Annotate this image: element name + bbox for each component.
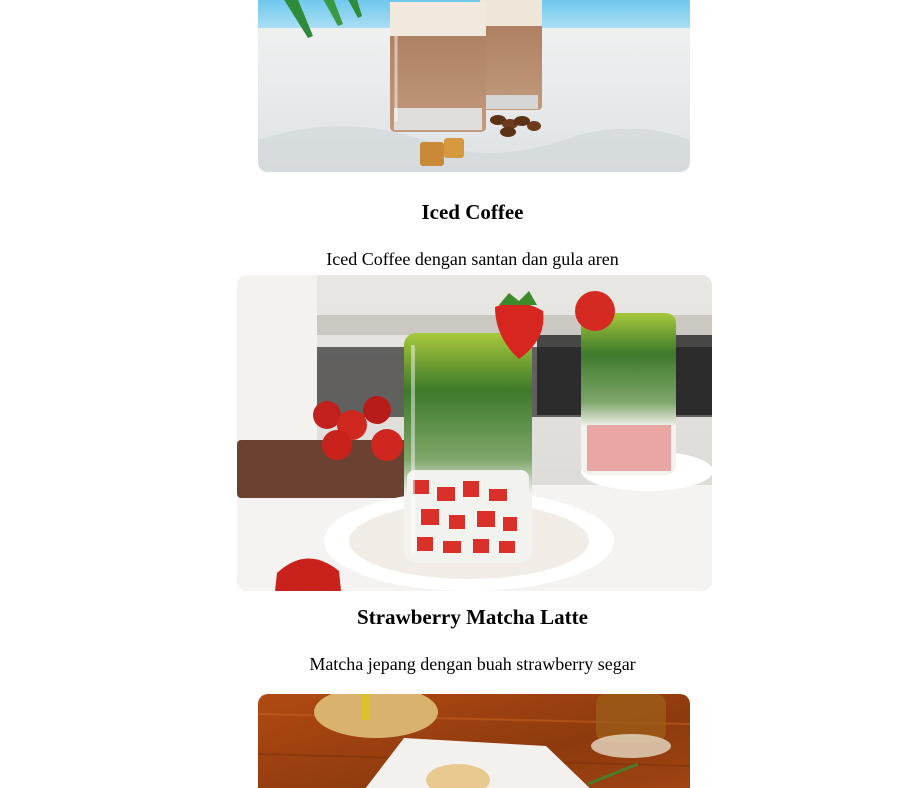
item-description-strawberry-matcha-latte: Matcha jepang dengan buah strawberry seg… bbox=[309, 654, 636, 674]
iced-coffee-photo bbox=[258, 0, 690, 172]
item-description-iced-coffee: Iced Coffee dengan santan dan gula aren bbox=[326, 249, 619, 269]
menu-page: Iced Coffee Iced Coffee dengan santan da… bbox=[0, 0, 922, 788]
strawberry-matcha-latte-photo bbox=[237, 275, 712, 591]
item-title-iced-coffee: Iced Coffee bbox=[421, 200, 524, 224]
item-title-strawberry-matcha-latte: Strawberry Matcha Latte bbox=[357, 605, 588, 629]
pastry-and-tea-photo bbox=[258, 694, 690, 788]
